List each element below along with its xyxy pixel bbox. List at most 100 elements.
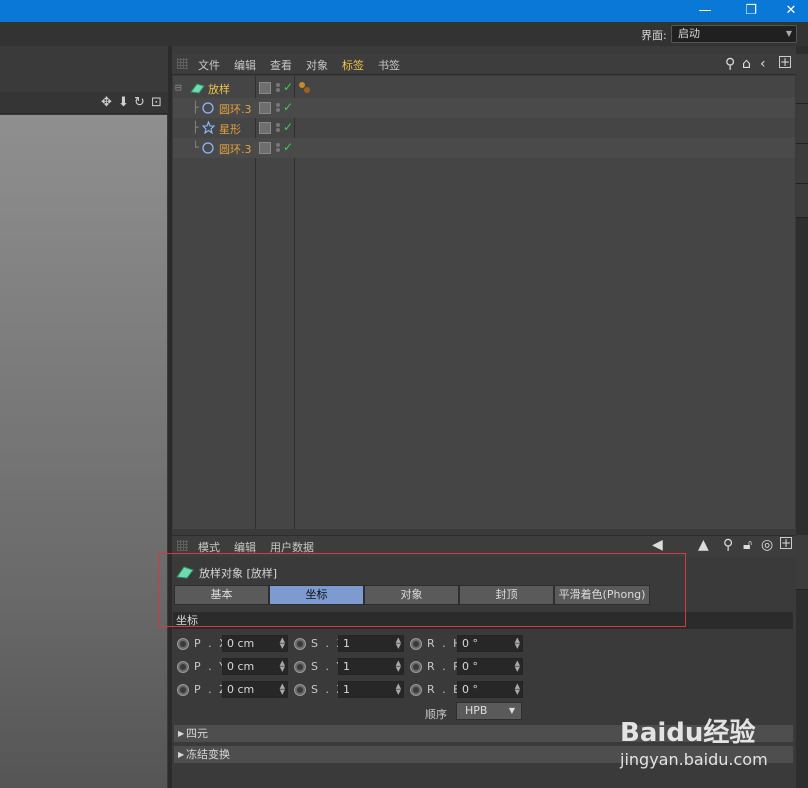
spinner-icon[interactable]: ▲ ▼ <box>280 683 285 696</box>
baidu-watermark-logo: Baidu经验 <box>620 718 756 748</box>
circle-spline-icon <box>202 102 214 117</box>
spinner-icon[interactable]: ▲ ▼ <box>396 660 401 673</box>
tree-branch: ├ <box>192 121 199 134</box>
rh-value: 0 ° <box>462 637 478 650</box>
expand-arrow-icon: ▶ <box>178 729 185 738</box>
viewport-canvas[interactable] <box>0 115 167 788</box>
layout-dropdown[interactable]: 启动 ▼ <box>671 25 797 43</box>
object-manager-menubar <box>172 53 796 75</box>
rp-value: 0 ° <box>462 660 478 673</box>
group-label: 冻结变换 <box>186 748 230 761</box>
check-icon[interactable]: ✓ <box>283 80 293 94</box>
layer-toggle[interactable] <box>259 142 271 154</box>
px-field[interactable]: 0 cm ▲ ▼ <box>222 635 288 652</box>
menu-file[interactable]: 文件 <box>198 57 220 73</box>
keyframe-radio[interactable] <box>294 684 306 696</box>
loft-tag-icon[interactable] <box>298 81 312 98</box>
highlight-annotation <box>158 553 686 627</box>
loft-icon <box>190 82 205 97</box>
rb-field[interactable]: 0 ° ▲ ▼ <box>457 681 523 698</box>
visibility-dots[interactable] <box>275 142 281 154</box>
py-value: 0 cm <box>227 660 255 673</box>
object-name[interactable]: 放样 <box>208 81 230 97</box>
menu-view[interactable]: 查看 <box>270 57 292 73</box>
search-icon[interactable]: ⚲ <box>723 537 733 553</box>
keyframe-radio[interactable] <box>410 661 422 673</box>
sx-value: 1 <box>343 637 350 650</box>
spinner-icon[interactable]: ▲ ▼ <box>515 683 520 696</box>
object-name[interactable]: 圆环.3 <box>219 101 252 117</box>
dock-tab[interactable] <box>796 144 808 184</box>
menu-object[interactable]: 对象 <box>306 57 328 73</box>
rh-field[interactable]: 0 ° ▲ ▼ <box>457 635 523 652</box>
home-icon[interactable]: ⌂ <box>742 56 751 72</box>
visibility-dots[interactable] <box>275 82 281 94</box>
layer-toggle[interactable] <box>259 82 271 94</box>
baidu-watermark-url: jingyan.baidu.com <box>620 750 768 769</box>
chevron-down-icon: ▼ <box>785 29 792 38</box>
new-panel-icon[interactable]: + <box>780 537 792 549</box>
up-arrow-icon[interactable]: ▲ <box>698 537 709 553</box>
spinner-icon[interactable]: ▲ ▼ <box>396 637 401 650</box>
dock-tab[interactable] <box>796 535 808 590</box>
sy-field[interactable]: 1 ▲ ▼ <box>338 658 404 675</box>
visibility-dots[interactable] <box>275 122 281 134</box>
pz-value: 0 cm <box>227 683 255 696</box>
rotate-view-icon[interactable]: ↻ <box>134 95 145 110</box>
keyframe-radio[interactable] <box>177 684 189 696</box>
menu-tags[interactable]: 标签 <box>342 57 364 73</box>
back-icon[interactable]: ‹ <box>760 56 766 72</box>
new-panel-icon[interactable]: + <box>779 56 791 68</box>
py-field[interactable]: 0 cm ▲ ▼ <box>222 658 288 675</box>
layer-toggle[interactable] <box>259 102 271 114</box>
rb-value: 0 ° <box>462 683 478 696</box>
spinner-icon[interactable]: ▲ ▼ <box>280 660 285 673</box>
expand-arrow-icon: ▶ <box>178 750 185 759</box>
restore-button[interactable]: ❐ <box>728 0 774 22</box>
px-value: 0 cm <box>227 637 255 650</box>
minimize-button[interactable]: — <box>682 0 728 22</box>
pz-field[interactable]: 0 cm ▲ ▼ <box>222 681 288 698</box>
move-view-icon[interactable]: ✥ <box>101 95 112 110</box>
keyframe-radio[interactable] <box>294 661 306 673</box>
dock-tab[interactable] <box>796 54 808 104</box>
lock-icon[interactable]: 🔓︎ <box>743 537 752 553</box>
back-arrow-icon[interactable]: ◀ <box>652 537 663 553</box>
sx-field[interactable]: 1 ▲ ▼ <box>338 635 404 652</box>
object-name[interactable]: 圆环.3 <box>219 141 252 157</box>
panel-grip-icon[interactable] <box>177 58 188 69</box>
panel-grip-icon[interactable] <box>177 540 188 551</box>
order-value: HPB <box>465 704 488 717</box>
menu-edit[interactable]: 编辑 <box>234 57 256 73</box>
layer-toggle[interactable] <box>259 122 271 134</box>
rp-field[interactable]: 0 ° ▲ ▼ <box>457 658 523 675</box>
tree-toggle[interactable]: ⊟ <box>175 81 182 94</box>
sz-field[interactable]: 1 ▲ ▼ <box>338 681 404 698</box>
tree-branch: ├ <box>192 101 199 114</box>
spinner-icon[interactable]: ▲ ▼ <box>515 660 520 673</box>
layout-label: 界面: <box>641 29 667 42</box>
layout-value: 启动 <box>678 27 700 40</box>
menu-bookmarks[interactable]: 书签 <box>378 57 400 73</box>
toggle-view-icon[interactable]: ⊡ <box>151 95 162 110</box>
check-icon[interactable]: ✓ <box>283 120 293 134</box>
object-name[interactable]: 星形 <box>219 121 241 137</box>
keyframe-radio[interactable] <box>177 638 189 650</box>
close-button[interactable]: ✕ <box>774 0 808 22</box>
dolly-view-icon[interactable]: ⬇ <box>118 95 129 110</box>
check-icon[interactable]: ✓ <box>283 140 293 154</box>
search-icon[interactable]: ⚲ <box>725 56 735 72</box>
spinner-icon[interactable]: ▲ ▼ <box>396 683 401 696</box>
spinner-icon[interactable]: ▲ ▼ <box>515 637 520 650</box>
keyframe-radio[interactable] <box>177 661 189 673</box>
rotation-order-dropdown[interactable]: HPB ▼ <box>456 702 522 720</box>
keyframe-radio[interactable] <box>294 638 306 650</box>
spinner-icon[interactable]: ▲ ▼ <box>280 637 285 650</box>
target-icon[interactable]: ◎ <box>761 537 773 553</box>
keyframe-radio[interactable] <box>410 638 422 650</box>
check-icon[interactable]: ✓ <box>283 100 293 114</box>
visibility-dots[interactable] <box>275 102 281 114</box>
dock-tab[interactable] <box>796 184 808 218</box>
dock-tab[interactable] <box>796 104 808 144</box>
keyframe-radio[interactable] <box>410 684 422 696</box>
